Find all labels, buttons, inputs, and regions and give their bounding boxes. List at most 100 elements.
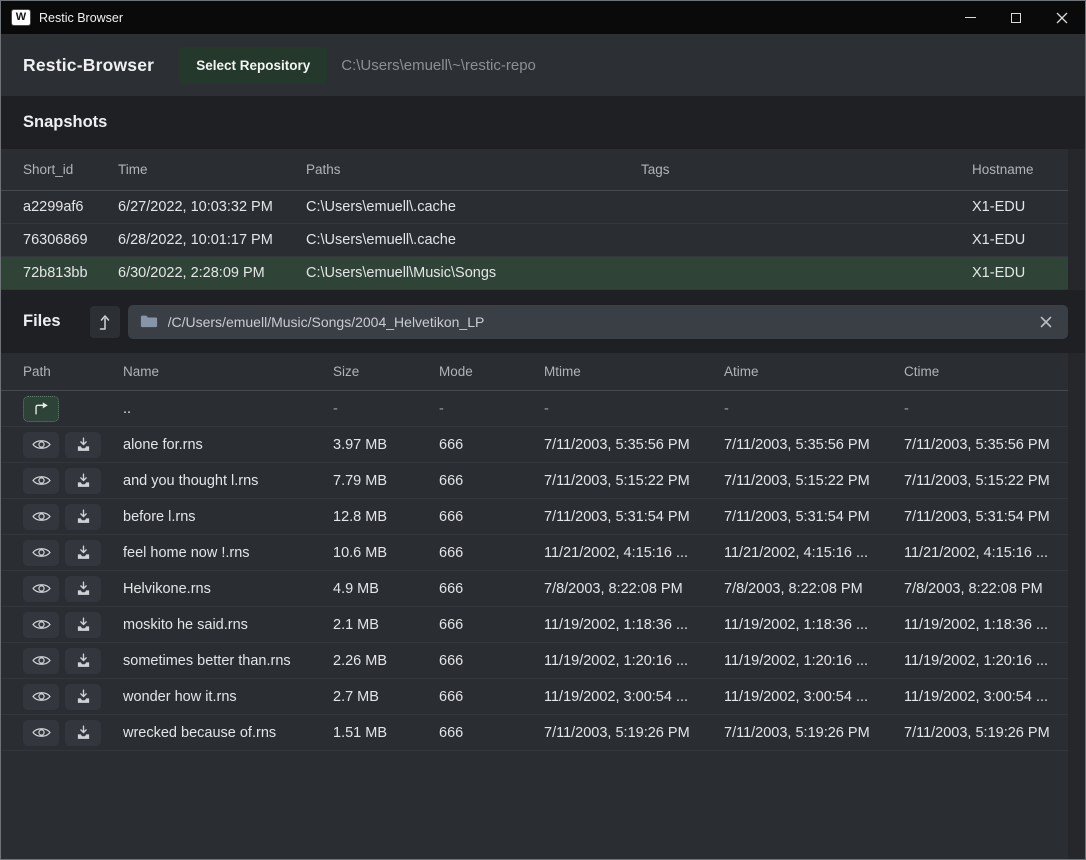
close-button[interactable]	[1039, 1, 1085, 34]
file-size: 4.9 MB	[333, 581, 439, 597]
snapshot-time: 6/27/2022, 10:03:32 PM	[118, 199, 306, 215]
file-name: and you thought l.rns	[123, 473, 333, 489]
clear-icon	[1040, 316, 1052, 328]
download-file-button[interactable]	[65, 576, 101, 602]
column-header-paths: Paths	[306, 162, 641, 177]
download-file-button[interactable]	[65, 648, 101, 674]
eye-icon	[32, 618, 51, 631]
eye-icon	[32, 438, 51, 451]
file-size: -	[333, 401, 439, 417]
column-header-tags: Tags	[641, 162, 972, 177]
files-header-row: Path Name Size Mode Mtime Atime Ctime	[1, 353, 1068, 391]
snapshots-title: Snapshots	[23, 113, 107, 132]
folder-icon	[140, 314, 158, 329]
view-file-button[interactable]	[23, 684, 59, 710]
file-mtime: 11/19/2002, 3:00:54 ...	[544, 689, 724, 705]
file-atime: 11/19/2002, 1:18:36 ...	[724, 617, 904, 633]
view-file-button[interactable]	[23, 612, 59, 638]
column-header-path: Path	[23, 364, 123, 379]
snapshot-paths: C:\Users\emuell\.cache	[306, 199, 641, 215]
download-file-button[interactable]	[65, 684, 101, 710]
eye-icon	[32, 726, 51, 739]
snapshot-time: 6/28/2022, 10:01:17 PM	[118, 232, 306, 248]
file-ctime: 7/11/2003, 5:15:22 PM	[904, 473, 1068, 489]
file-atime: 11/19/2002, 1:20:16 ...	[724, 653, 904, 669]
download-file-button[interactable]	[65, 504, 101, 530]
view-file-button[interactable]	[23, 504, 59, 530]
file-row: moskito he said.rns 2.1 MB 666 11/19/200…	[1, 607, 1068, 643]
file-ctime: 7/11/2003, 5:19:26 PM	[904, 725, 1068, 741]
view-file-button[interactable]	[23, 576, 59, 602]
row-actions	[23, 504, 123, 530]
file-mode: 666	[439, 581, 544, 597]
snapshots-section-bar: Snapshots	[1, 96, 1085, 149]
download-icon	[76, 653, 91, 668]
file-ctime: 11/19/2002, 3:00:54 ...	[904, 689, 1068, 705]
row-actions	[23, 612, 123, 638]
view-file-button[interactable]	[23, 468, 59, 494]
file-atime: 7/11/2003, 5:15:22 PM	[724, 473, 904, 489]
files-table: Path Name Size Mode Mtime Atime Ctime ..…	[1, 353, 1068, 859]
view-file-button[interactable]	[23, 720, 59, 746]
row-actions	[23, 396, 123, 422]
repository-path[interactable]: C:\Users\emuell\~\restic-repo	[341, 57, 536, 74]
titlebar[interactable]: W Restic Browser	[1, 1, 1085, 34]
download-icon	[76, 581, 91, 596]
file-path-input[interactable]: /C/Users/emuell/Music/Songs/2004_Helveti…	[128, 305, 1068, 339]
snapshots-table: Short_id Time Paths Tags Hostname a2299a…	[1, 149, 1068, 290]
level-up-icon	[98, 313, 112, 331]
column-header-name: Name	[123, 364, 333, 379]
snapshot-row-selected[interactable]: 72b813bb 6/30/2022, 2:28:09 PM C:\Users\…	[1, 257, 1068, 290]
file-name: ..	[123, 401, 333, 417]
file-size: 2.26 MB	[333, 653, 439, 669]
file-mtime: -	[544, 401, 724, 417]
column-header-size: Size	[333, 364, 439, 379]
maximize-button[interactable]	[993, 1, 1039, 34]
path-level-up-button[interactable]	[90, 306, 120, 338]
download-file-button[interactable]	[65, 720, 101, 746]
file-atime: 11/21/2002, 4:15:16 ...	[724, 545, 904, 561]
file-name: sometimes better than.rns	[123, 653, 333, 669]
toolbar: Restic-Browser Select Repository C:\User…	[1, 34, 1085, 96]
file-size: 2.1 MB	[333, 617, 439, 633]
view-file-button[interactable]	[23, 540, 59, 566]
go-up-directory-button[interactable]	[23, 396, 59, 422]
minimize-button[interactable]	[947, 1, 993, 34]
column-header-short-id: Short_id	[23, 162, 118, 177]
eye-icon	[32, 510, 51, 523]
snapshots-header-row: Short_id Time Paths Tags Hostname	[1, 149, 1068, 191]
snapshot-paths: C:\Users\emuell\.cache	[306, 232, 641, 248]
row-actions	[23, 720, 123, 746]
snapshot-short-id: 72b813bb	[23, 265, 118, 281]
eye-icon	[32, 654, 51, 667]
select-repository-button[interactable]: Select Repository	[179, 47, 327, 84]
clear-path-button[interactable]	[1032, 312, 1060, 332]
snapshot-hostname: X1-EDU	[972, 199, 1068, 215]
download-file-button[interactable]	[65, 432, 101, 458]
download-icon	[76, 473, 91, 488]
download-file-button[interactable]	[65, 540, 101, 566]
view-file-button[interactable]	[23, 648, 59, 674]
file-ctime: 11/19/2002, 1:20:16 ...	[904, 653, 1068, 669]
column-header-ctime: Ctime	[904, 364, 1068, 379]
snapshot-row[interactable]: a2299af6 6/27/2022, 10:03:32 PM C:\Users…	[1, 191, 1068, 224]
eye-icon	[32, 582, 51, 595]
file-mtime: 7/8/2003, 8:22:08 PM	[544, 581, 724, 597]
file-row: wrecked because of.rns 1.51 MB 666 7/11/…	[1, 715, 1068, 751]
file-row: wonder how it.rns 2.7 MB 666 11/19/2002,…	[1, 679, 1068, 715]
file-atime: 7/11/2003, 5:31:54 PM	[724, 509, 904, 525]
download-file-button[interactable]	[65, 468, 101, 494]
view-file-button[interactable]	[23, 432, 59, 458]
download-file-button[interactable]	[65, 612, 101, 638]
snapshot-hostname: X1-EDU	[972, 265, 1068, 281]
app-window: W Restic Browser Restic-Browser Select R…	[0, 0, 1086, 860]
file-mtime: 11/19/2002, 1:20:16 ...	[544, 653, 724, 669]
file-row: Helvikone.rns 4.9 MB 666 7/8/2003, 8:22:…	[1, 571, 1068, 607]
file-size: 7.79 MB	[333, 473, 439, 489]
titlebar-left: W Restic Browser	[1, 10, 123, 25]
eye-icon	[32, 690, 51, 703]
file-mtime: 7/11/2003, 5:35:56 PM	[544, 437, 724, 453]
snapshot-row[interactable]: 76306869 6/28/2022, 10:01:17 PM C:\Users…	[1, 224, 1068, 257]
file-size: 2.7 MB	[333, 689, 439, 705]
file-atime: -	[724, 401, 904, 417]
